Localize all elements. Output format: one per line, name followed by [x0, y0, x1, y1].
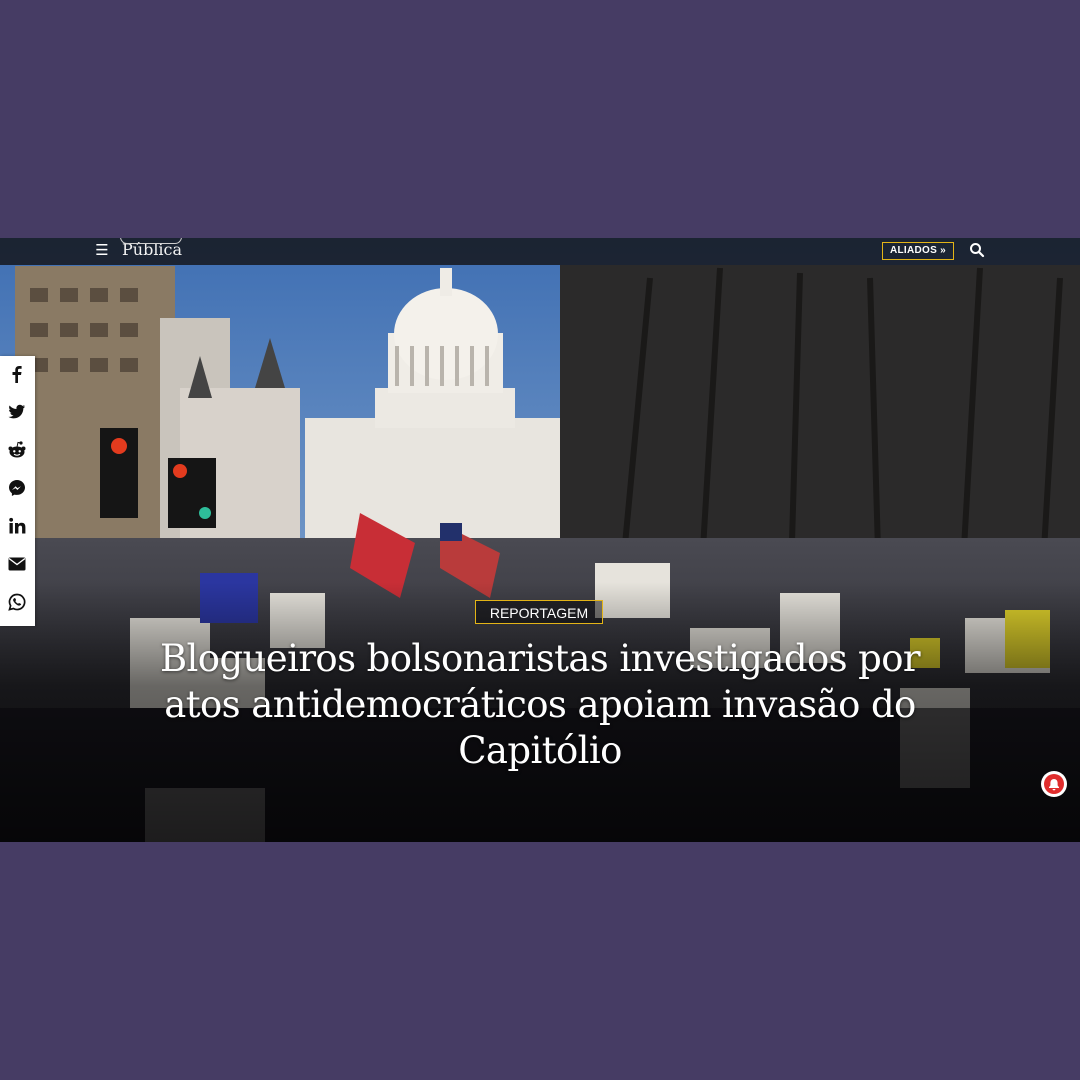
linkedin-share-button[interactable] [3, 512, 31, 540]
email-share-button[interactable] [3, 550, 31, 578]
category-badge[interactable]: REPORTAGEM [475, 600, 603, 624]
site-logo[interactable]: Pública [119, 238, 183, 261]
top-navigation-bar: ☰ Pública ALIADOS » [0, 238, 1080, 265]
twitter-share-button[interactable] [3, 398, 31, 426]
reddit-icon [8, 441, 26, 458]
envelope-icon [8, 557, 26, 571]
bell-icon [1049, 778, 1059, 790]
facebook-icon [12, 366, 22, 383]
reddit-share-button[interactable] [3, 436, 31, 464]
search-icon[interactable] [969, 242, 985, 258]
twitter-icon [8, 404, 25, 419]
article-headline: Blogueiros bolsonaristas investigados po… [159, 637, 921, 772]
article-hero: ☰ Pública ALIADOS » REPORTAGEM Blogueiro… [0, 238, 1080, 842]
whatsapp-icon [8, 593, 26, 611]
hamburger-icon[interactable]: ☰ [94, 242, 110, 258]
messenger-share-button[interactable] [3, 474, 31, 502]
whatsapp-share-button[interactable] [3, 588, 31, 616]
share-sidebar [0, 356, 35, 626]
aliados-button[interactable]: ALIADOS » [882, 242, 955, 260]
facebook-share-button[interactable] [3, 360, 31, 388]
linkedin-icon [9, 517, 26, 534]
messenger-icon [9, 480, 25, 496]
notification-button[interactable] [1041, 771, 1067, 797]
